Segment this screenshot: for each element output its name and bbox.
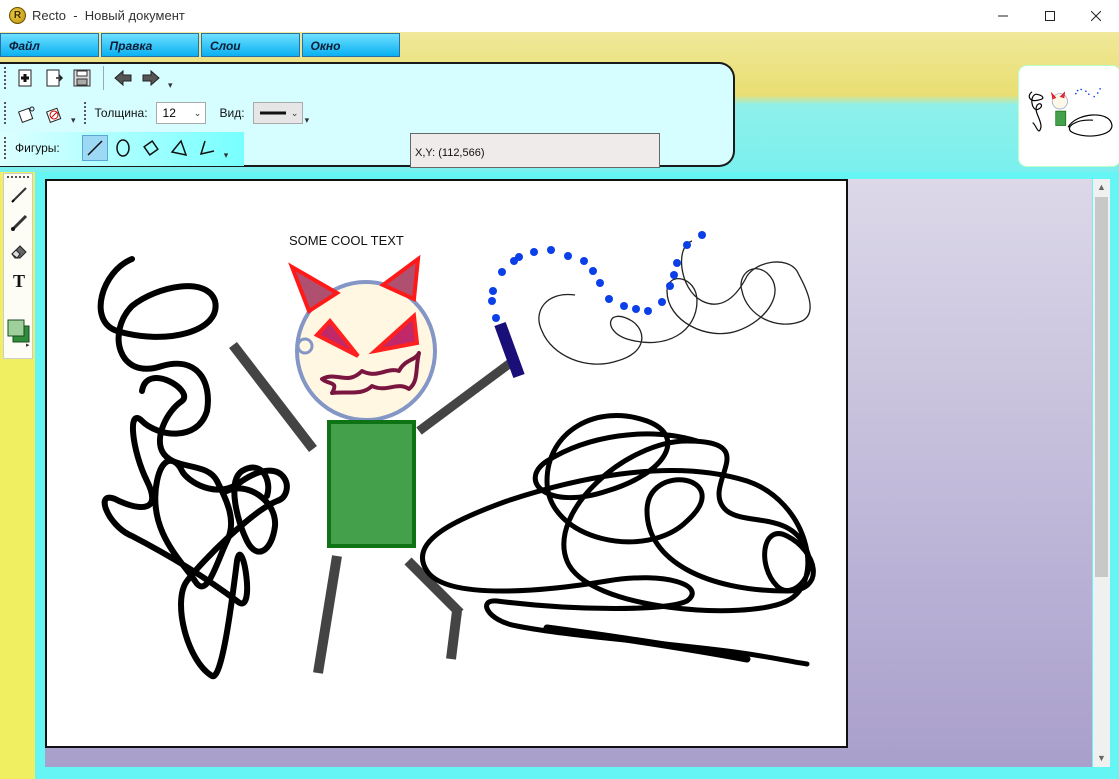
menu-window[interactable]: Окно bbox=[301, 33, 400, 57]
scroll-down-chevron-icon[interactable]: ▼ bbox=[1093, 750, 1110, 767]
drawing: SOME COOL TEXT bbox=[97, 231, 816, 679]
canvas-text-label: SOME COOL TEXT bbox=[289, 233, 404, 248]
eraser-icon bbox=[11, 245, 27, 259]
body bbox=[327, 420, 416, 548]
drawing-tools-panel: T ▸ bbox=[3, 173, 33, 359]
thickness-value: 12 bbox=[162, 106, 176, 120]
undo-button[interactable] bbox=[110, 65, 136, 91]
preview-image bbox=[1022, 82, 1117, 150]
toolbar-grip[interactable] bbox=[83, 102, 89, 124]
text-tool-button[interactable]: T bbox=[8, 269, 30, 291]
menu-edit[interactable]: Правка bbox=[100, 33, 199, 57]
save-button[interactable] bbox=[69, 65, 95, 91]
app-name: Recto bbox=[32, 8, 66, 23]
toolbar-overflow-chevron-icon[interactable]: ▾ bbox=[224, 150, 229, 161]
document-title: Новый документ bbox=[84, 8, 185, 23]
clear-fill-button[interactable] bbox=[41, 100, 67, 126]
close-button[interactable] bbox=[1073, 0, 1119, 32]
undo-arrow-icon bbox=[114, 69, 132, 87]
thickness-label: Толщина: bbox=[94, 106, 148, 120]
redo-button[interactable] bbox=[138, 65, 164, 91]
toolbar-overflow-chevron-icon[interactable]: ▾ bbox=[168, 80, 173, 91]
window-title: Recto - Новый документ bbox=[32, 8, 185, 23]
title-separator: - bbox=[73, 8, 78, 23]
triangle-shape-button[interactable] bbox=[166, 135, 192, 161]
maximize-icon bbox=[1045, 11, 1055, 21]
scribble-stroke bbox=[543, 624, 751, 663]
polyline-icon bbox=[199, 140, 214, 156]
coordinates-status: X,Y: (112,566) bbox=[410, 133, 660, 168]
line-style-select[interactable]: ⌄ bbox=[252, 102, 303, 124]
scribble-stroke bbox=[224, 464, 279, 555]
svg-text:T: T bbox=[13, 271, 25, 290]
new-document-icon bbox=[18, 69, 32, 87]
maximize-button[interactable] bbox=[1027, 0, 1073, 32]
open-document-button[interactable] bbox=[41, 65, 67, 91]
drawing-canvas[interactable]: SOME COOL TEXT bbox=[45, 179, 848, 748]
app-logo-icon: R bbox=[9, 7, 26, 24]
scrollbar-thumb[interactable] bbox=[1095, 197, 1108, 577]
vertical-scrollbar[interactable]: ▲ ▼ bbox=[1093, 179, 1110, 767]
blue-dots bbox=[488, 231, 706, 322]
right-foot bbox=[446, 610, 462, 660]
open-document-icon bbox=[46, 69, 64, 87]
shapes-label: Фигуры: bbox=[15, 141, 60, 155]
save-icon bbox=[73, 69, 91, 87]
svg-text:▸: ▸ bbox=[26, 342, 30, 347]
brush-icon bbox=[11, 214, 28, 231]
toolbar-grip[interactable] bbox=[4, 67, 9, 89]
eraser-tool-button[interactable] bbox=[8, 239, 30, 261]
pencil-icon bbox=[11, 187, 27, 203]
tools-grip[interactable] bbox=[7, 176, 29, 180]
ellipse-icon bbox=[115, 139, 130, 157]
solid-line-icon bbox=[259, 111, 286, 115]
no-fill-icon bbox=[45, 107, 62, 123]
paint-bucket-icon bbox=[17, 106, 35, 123]
toolbar-grip[interactable] bbox=[4, 102, 9, 124]
thin-scribble bbox=[538, 240, 811, 365]
triangle-icon bbox=[170, 139, 187, 157]
line-icon bbox=[87, 140, 103, 156]
toolbar-overflow-chevron-icon[interactable]: ▾ bbox=[305, 115, 310, 126]
fill-bucket-button[interactable] bbox=[13, 100, 39, 126]
scroll-up-chevron-icon[interactable]: ▲ bbox=[1093, 179, 1110, 196]
shapes-toolbar: Фигуры: ▾ bbox=[0, 132, 232, 164]
left-leg bbox=[313, 555, 342, 674]
line-shape-button[interactable] bbox=[81, 135, 108, 161]
polyline-shape-button[interactable] bbox=[194, 135, 220, 161]
color-picker-button[interactable]: ▸ bbox=[6, 317, 32, 347]
redo-arrow-icon bbox=[142, 69, 160, 87]
style-toolbar: ▾ Толщина: 12 ⌄ Вид: ⌄ ▾ bbox=[0, 97, 313, 129]
text-tool-icon: T bbox=[13, 271, 25, 290]
minimize-icon bbox=[998, 15, 1008, 17]
close-icon bbox=[1091, 11, 1101, 21]
chevron-down-icon: ⌄ bbox=[193, 107, 202, 118]
scribble-stroke bbox=[420, 413, 816, 667]
pencil-tool-button[interactable] bbox=[8, 183, 30, 205]
toolbar-overflow-chevron-icon[interactable]: ▾ bbox=[71, 115, 76, 126]
menu-file[interactable]: Файл bbox=[0, 33, 99, 57]
rhombus-shape-button[interactable] bbox=[138, 135, 164, 161]
new-document-button[interactable] bbox=[13, 65, 39, 91]
menu-bar: Файл Правка Слои Окно bbox=[0, 33, 402, 59]
rhombus-icon bbox=[142, 140, 159, 156]
canvas-preview-thumbnail[interactable] bbox=[1019, 66, 1119, 166]
style-label: Вид: bbox=[219, 106, 245, 120]
title-bar: R Recto - Новый документ bbox=[0, 0, 1119, 32]
toolbar-grip[interactable] bbox=[4, 137, 9, 159]
menu-layers[interactable]: Слои bbox=[201, 33, 300, 57]
chevron-down-icon: ⌄ bbox=[290, 107, 299, 118]
file-toolbar: ▾ bbox=[0, 62, 177, 94]
color-swatch-icon: ▸ bbox=[7, 319, 30, 347]
thickness-select[interactable]: 12 ⌄ bbox=[155, 102, 206, 124]
ellipse-shape-button[interactable] bbox=[110, 135, 136, 161]
toolbar-separator bbox=[103, 66, 104, 90]
brush-tool-button[interactable] bbox=[8, 211, 30, 233]
minimize-button[interactable] bbox=[980, 0, 1026, 32]
